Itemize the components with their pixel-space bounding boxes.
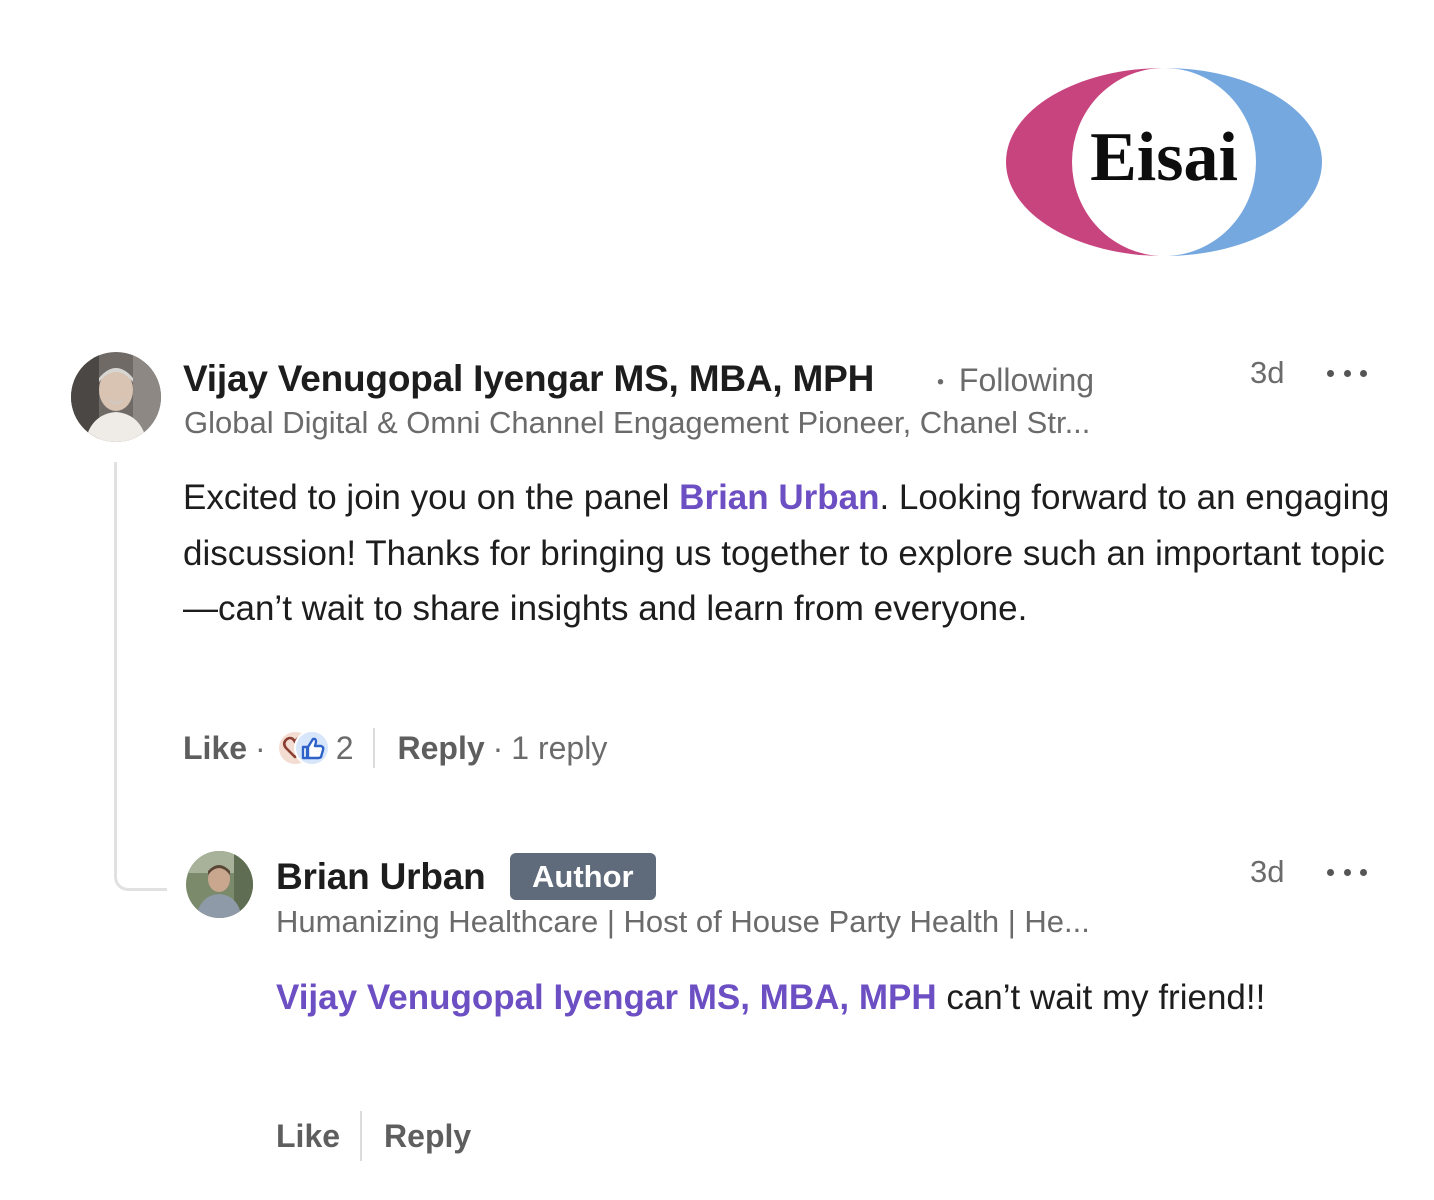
comment-text: Excited to join you on the panel Brian U…	[183, 470, 1408, 637]
ellipsis-dot-icon	[1343, 868, 1351, 876]
replies-count-link[interactable]: 1 reply	[511, 730, 607, 767]
brian-avatar-photo	[186, 851, 253, 918]
reply-button[interactable]: Reply	[384, 1118, 471, 1155]
reply-author-name[interactable]: Brian Urban	[276, 854, 486, 900]
ellipsis-dot-icon	[1343, 369, 1351, 377]
comment-actions: Like · 2 Reply · 1 reply	[183, 727, 607, 769]
reply-text: Vijay Venugopal Iyengar MS, MBA, MPH can…	[276, 970, 1286, 1026]
following-status: • Following	[937, 360, 1094, 403]
reaction-icons[interactable]	[276, 729, 330, 767]
reply-actions: Like Reply	[276, 1111, 471, 1161]
thread-connector-line	[114, 462, 167, 891]
ellipsis-dot-icon	[1360, 369, 1367, 377]
avatar[interactable]	[71, 352, 161, 442]
ellipsis-dot-icon	[1327, 868, 1334, 876]
action-separator: ·	[492, 729, 504, 766]
like-button[interactable]: Like	[276, 1118, 340, 1155]
following-label: Following	[958, 362, 1095, 398]
ellipsis-dot-icon	[1327, 369, 1334, 377]
reply-button[interactable]: Reply	[397, 730, 484, 767]
author-badge: Author	[510, 853, 656, 900]
action-divider	[373, 728, 376, 768]
comment-author-headline: Global Digital & Omni Channel Engagement…	[184, 405, 1091, 440]
reply-author-headline: Humanizing Healthcare | Host of House Pa…	[276, 904, 1090, 939]
ellipsis-dot-icon	[1360, 868, 1367, 876]
following-separator: •	[937, 371, 945, 394]
action-divider	[360, 1111, 363, 1161]
more-options-icon[interactable]	[1327, 862, 1367, 882]
vijay-avatar-photo	[71, 352, 161, 442]
mention-link[interactable]: Brian Urban	[679, 478, 879, 517]
reply-text-end: can’t wait my friend!!	[936, 978, 1266, 1017]
avatar[interactable]	[186, 851, 253, 918]
eisai-logo: Eisai	[1004, 66, 1324, 258]
reaction-count[interactable]: 2	[336, 730, 354, 767]
eisai-logo-wordmark: Eisai	[1090, 119, 1238, 196]
reply-timestamp: 3d	[1250, 854, 1285, 889]
comment-text-start: Excited to join you on the panel	[183, 478, 680, 517]
comment-author-name[interactable]: Vijay Venugopal Iyengar MS, MBA, MPH	[183, 356, 874, 402]
thumbs-up-reaction-icon	[293, 730, 330, 766]
more-options-icon[interactable]	[1327, 363, 1367, 383]
like-button[interactable]: Like	[183, 730, 247, 767]
action-separator: ·	[255, 729, 266, 766]
mention-link[interactable]: Vijay Venugopal Iyengar MS, MBA, MPH	[276, 978, 937, 1017]
comment-timestamp: 3d	[1250, 355, 1285, 390]
